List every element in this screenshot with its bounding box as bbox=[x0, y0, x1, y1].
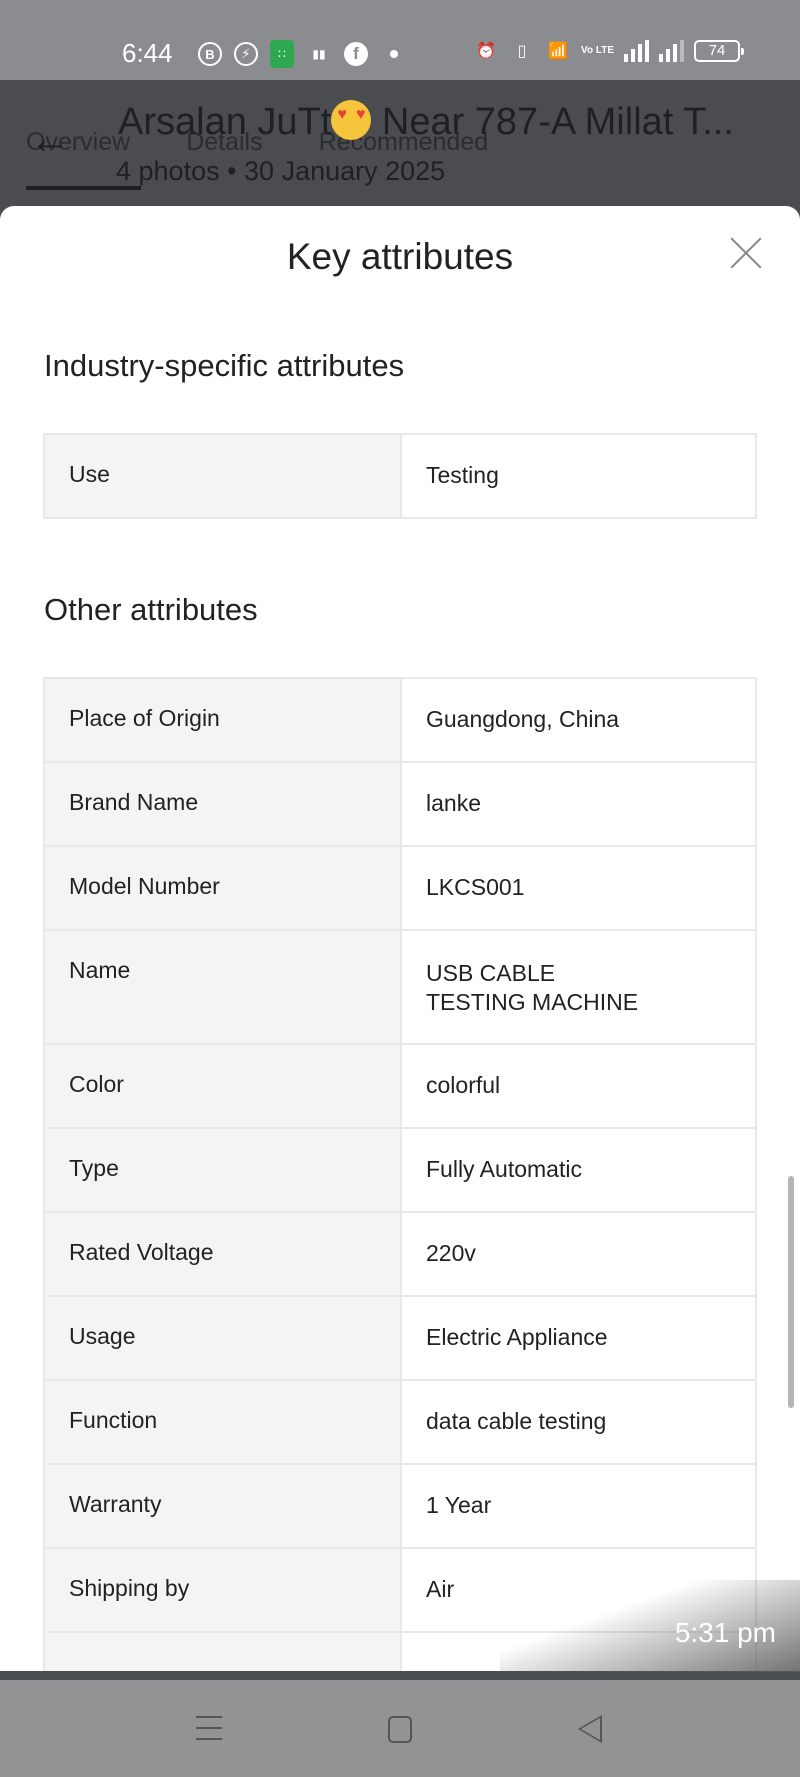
table-row: Use Testing bbox=[45, 435, 755, 519]
chat-subtitle: 4 photos • 30 January 2025 bbox=[116, 156, 446, 186]
back-arrow-icon[interactable]: ← bbox=[30, 118, 70, 163]
attribute-key: Rated Voltage bbox=[45, 1213, 402, 1295]
table-row: Name USB CABLE TESTING MACHINE bbox=[45, 931, 755, 1045]
attribute-key: Use bbox=[45, 435, 402, 517]
vibrate-icon: ▯ bbox=[517, 43, 527, 60]
attribute-value: Electric Appliance bbox=[426, 1324, 608, 1350]
attribute-key: Usage bbox=[45, 1297, 402, 1379]
attribute-value: lanke bbox=[426, 790, 481, 816]
attribute-key: Name bbox=[45, 931, 402, 1043]
heart-eyes-emoji-icon bbox=[331, 100, 372, 140]
attribute-value: Testing bbox=[426, 462, 499, 488]
sheet-title: Key attributes bbox=[286, 236, 514, 277]
more-notifications-dot bbox=[390, 50, 398, 58]
table-row: Place of Origin Guangdong, China bbox=[45, 679, 755, 763]
section-heading-other: Other attributes bbox=[44, 592, 258, 627]
attribute-key: Model Number bbox=[45, 847, 402, 929]
wifi-icon: 📶 bbox=[548, 43, 568, 60]
attribute-key bbox=[45, 1633, 402, 1671]
industry-attributes-table: Use Testing bbox=[43, 433, 757, 519]
attribute-key: Color bbox=[45, 1045, 402, 1127]
attribute-key: Brand Name bbox=[45, 763, 402, 845]
scrollbar[interactable] bbox=[788, 1176, 794, 1408]
table-row: Rated Voltage 220v bbox=[45, 1213, 755, 1297]
home-icon[interactable] bbox=[388, 1716, 412, 1743]
attribute-key: Place of Origin bbox=[45, 679, 402, 761]
table-row: Type Fully Automatic bbox=[45, 1129, 755, 1213]
table-row: Brand Name lanke bbox=[45, 763, 755, 847]
attribute-value: Guangdong, China bbox=[426, 706, 620, 732]
app-notification-icon: ∷ bbox=[270, 40, 294, 68]
signal-1-icon bbox=[624, 40, 649, 62]
attribute-value: 1 Year bbox=[426, 1492, 492, 1518]
data-sim-icon: ▮▮ bbox=[312, 47, 326, 61]
business-chat-icon: B bbox=[198, 42, 222, 66]
attribute-value: data cable testing bbox=[426, 1408, 607, 1434]
attribute-key: Shipping by bbox=[45, 1549, 402, 1631]
table-row: Function data cable testing bbox=[45, 1381, 755, 1465]
table-row: Usage Electric Appliance bbox=[45, 1297, 755, 1381]
attribute-key: Function bbox=[45, 1381, 402, 1463]
system-icons: ⏰ ▯ 📶 Vo LTE 74 bbox=[473, 38, 744, 64]
attribute-value: Fully Automatic bbox=[426, 1156, 582, 1182]
alarm-icon: ⏰ bbox=[476, 43, 496, 60]
status-bar: 6:44 B ⚡ ∷ ▮▮ f ⏰ ▯ 📶 Vo LTE 74 bbox=[0, 0, 800, 80]
status-time: 6:44 bbox=[122, 38, 173, 68]
close-icon[interactable] bbox=[726, 232, 766, 272]
notification-icons: B ⚡ ∷ ▮▮ f bbox=[198, 40, 408, 68]
attribute-key: Warranty bbox=[45, 1465, 402, 1547]
sender-name-suffix: Near 787-A Millat T... bbox=[371, 101, 734, 143]
sender-name: Arsalan JuTt bbox=[118, 101, 332, 143]
table-row: Warranty 1 Year bbox=[45, 1465, 755, 1549]
volte-icon: Vo LTE bbox=[581, 45, 614, 56]
facebook-icon: f bbox=[344, 42, 368, 66]
table-row: Color colorful bbox=[45, 1045, 755, 1129]
attribute-value: colorful bbox=[426, 1072, 501, 1098]
battery-indicator: 74 bbox=[694, 40, 744, 62]
image-timestamp: 5:31 pm bbox=[674, 1617, 776, 1648]
back-icon[interactable] bbox=[578, 1715, 602, 1743]
attribute-value: USB CABLE TESTING MACHINE bbox=[426, 960, 639, 1015]
other-attributes-table: Place of Origin Guangdong, China Brand Na… bbox=[43, 677, 757, 1671]
messenger-icon: ⚡ bbox=[234, 42, 258, 66]
attribute-key: Type bbox=[45, 1129, 402, 1211]
table-row: Model Number LKCS001 bbox=[45, 847, 755, 931]
section-heading-industry: Industry-specific attributes bbox=[44, 348, 405, 383]
attribute-value: 220v bbox=[426, 1240, 476, 1266]
key-attributes-sheet: Key attributes Industry-specific attribu… bbox=[0, 206, 800, 1671]
recents-icon[interactable] bbox=[196, 1716, 222, 1742]
attribute-value: LKCS001 bbox=[426, 874, 525, 900]
chat-title: Arsalan JuTt Near 787-A Millat T... bbox=[118, 100, 734, 144]
signal-2-icon bbox=[659, 40, 684, 62]
